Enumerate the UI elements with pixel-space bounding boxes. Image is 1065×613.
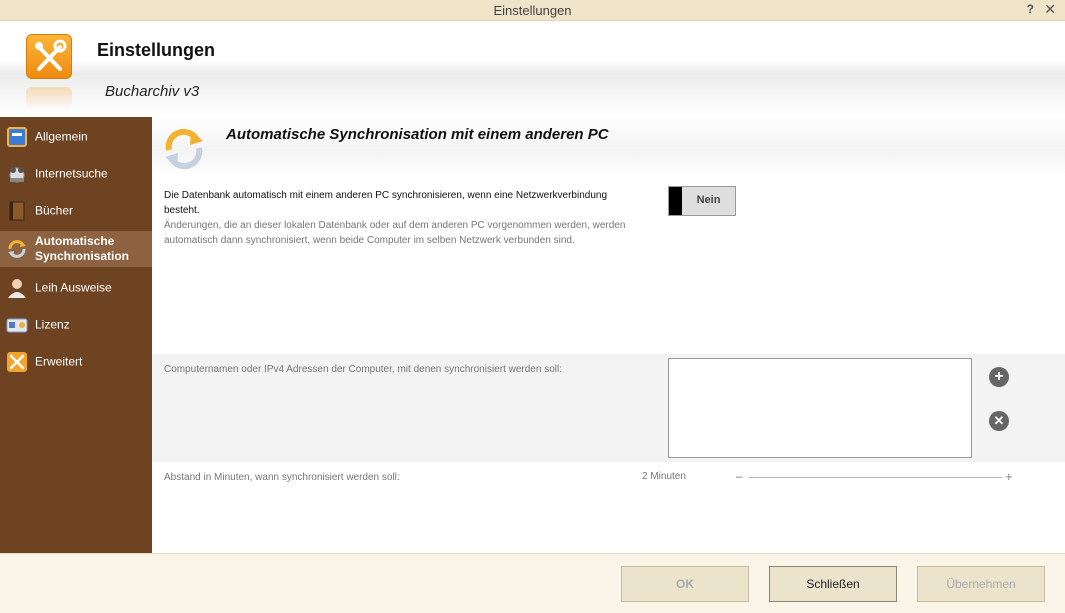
tools-icon [26,34,72,79]
tools-icon-reflection [26,87,72,109]
sidebar-item-lizenz[interactable]: Lizenz [0,307,152,343]
window-title: Einstellungen [493,3,572,18]
ok-button[interactable]: OK [621,566,749,602]
apply-button[interactable]: Übernehmen [917,566,1045,602]
sidebar-item-label: Leih Ausweise [35,280,112,295]
internet-search-icon [6,163,28,185]
license-card-icon [6,314,28,336]
sidebar-item-label: Automatische Synchronisation [35,234,130,263]
section-title: Automatische Synchronisation mit einem a… [226,126,609,143]
sidebar: Allgemein Internetsuche Bücher Automatis… [0,117,152,553]
books-icon [6,200,28,222]
interval-value: 2 Minuten [642,471,686,482]
tools-icon [6,351,28,373]
sidebar-item-label: Bücher [35,203,74,218]
interval-slider[interactable] [749,477,1002,478]
sidebar-item-label: Allgemein [35,129,88,144]
add-host-button[interactable]: + [989,367,1009,387]
sync-icon [160,125,208,173]
header-subtitle: Bucharchiv v3 [105,83,200,100]
general-book-icon [6,126,28,148]
sync-description-detail: Änderungen, die an dieser lokalen Datenb… [164,220,626,246]
person-icon [6,277,28,299]
plus-icon: + [994,368,1004,385]
help-button[interactable]: ? [1027,2,1034,16]
sync-toggle[interactable]: Nein [668,186,736,216]
close-button[interactable]: Schließen [769,566,897,602]
sidebar-item-erweitert[interactable]: Erweitert [0,344,152,380]
hosts-label: Computernamen oder IPv4 Adressen der Com… [164,364,562,375]
sidebar-item-allgemein[interactable]: Allgemein [0,119,152,155]
sidebar-item-internetsuche[interactable]: Internetsuche [0,156,152,192]
toggle-knob [669,187,682,215]
sidebar-item-buecher[interactable]: Bücher [0,193,152,229]
header-title: Einstellungen [97,40,216,60]
hosts-input[interactable] [668,358,972,458]
dialog-footer: OK Schließen Übernehmen [0,553,1065,613]
close-window-button[interactable]: ✕ [1044,1,1056,18]
sidebar-item-leih-ausweise[interactable]: Leih Ausweise [0,270,152,306]
sidebar-item-label: Erweitert [35,354,83,369]
settings-content: Automatische Synchronisation mit einem a… [152,117,1065,553]
toggle-label: Nein [696,194,721,206]
section-header: Automatische Synchronisation mit einem a… [152,117,1065,177]
sync-description: Die Datenbank automatisch mit einem ande… [164,190,608,216]
sidebar-item-label: Internetsuche [35,166,108,181]
remove-host-button[interactable]: ✕ [989,411,1009,431]
close-icon: ✕ [993,413,1005,428]
sidebar-item-synchronisation[interactable]: Automatische Synchronisation [0,231,152,267]
slider-decrease-button[interactable]: – [736,469,743,483]
interval-label: Abstand in Minuten, wann synchronisiert … [164,472,400,483]
window-titlebar: Einstellungen ? ✕ [0,0,1065,21]
slider-increase-button[interactable]: + [1005,469,1013,484]
dialog-header: Einstellungen Bucharchiv v3 [0,21,1065,117]
sidebar-item-label: Lizenz [35,317,70,332]
sync-icon [6,238,28,260]
